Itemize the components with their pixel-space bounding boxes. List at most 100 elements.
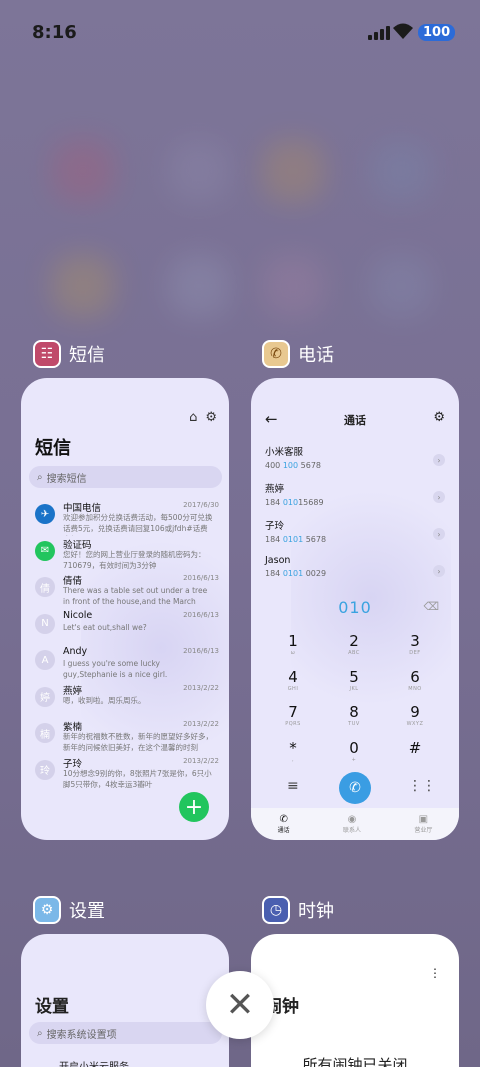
clean-icon[interactable]: ⌂: [189, 410, 197, 425]
phone-app-header[interactable]: ✆ 电话: [262, 340, 334, 368]
search-placeholder: 搜索短信: [46, 473, 87, 485]
sms-app-header[interactable]: ☷ 短信: [33, 340, 105, 368]
contact-number: 400 100 5678: [265, 461, 321, 470]
message-preview: I guess you're some lucky guy,Stephanie …: [63, 659, 168, 679]
key-letters: MNO: [408, 685, 422, 692]
message-date: 2016/6/13: [183, 610, 219, 619]
message-date: 2013/2/22: [183, 720, 219, 728]
key-letters: WXYZ: [406, 721, 424, 727]
blurred-app-icon: [370, 140, 432, 202]
status-time: 8:16: [32, 22, 77, 43]
tab-business-hall[interactable]: ▣ 营业厅: [414, 814, 432, 834]
new-message-button[interactable]: +: [179, 792, 209, 822]
sms-toolbar: ⌂ ⚙: [189, 410, 217, 425]
key-digit: 3: [410, 632, 420, 650]
clock-app-icon: ◷: [262, 896, 290, 924]
key-digit: 5: [349, 667, 359, 686]
message-date: 2017/6/30: [183, 501, 219, 509]
settings-app-name: 设置: [69, 901, 105, 922]
status-bar: 8:16 100: [0, 0, 480, 68]
blurred-app-icon: [168, 255, 230, 317]
contact-suggestion[interactable]: 小米客服 400 100 5678 ›: [265, 444, 445, 478]
search-input[interactable]: ⌕ 搜索短信: [29, 466, 222, 488]
settings-search-input[interactable]: ⌕ 搜索系统设置项: [29, 1022, 222, 1044]
dial-key[interactable]: 3 DEF: [395, 632, 435, 666]
contact-suggestion[interactable]: 燕婷 184 01015689 ›: [265, 481, 445, 515]
page-title: 短信: [35, 438, 71, 459]
contact-suggestion[interactable]: Jason 184 0101 0029 ›: [265, 555, 445, 589]
cloud-service-item[interactable]: 开启小米云服务: [59, 1058, 129, 1067]
key-digit: *: [289, 738, 297, 757]
sms-app-name: 短信: [69, 345, 105, 366]
key-digit: 1: [288, 632, 298, 650]
avatar: 婷: [35, 686, 55, 707]
avatar: 玲: [35, 759, 55, 780]
dial-key[interactable]: 7 PQRS: [273, 703, 313, 737]
keypad-toggle-icon[interactable]: ⋮⋮: [408, 778, 436, 794]
close-icon: ✕: [225, 985, 255, 1025]
key-letters: GHI: [287, 685, 299, 692]
key-digit: 6: [410, 667, 420, 686]
dial-key[interactable]: *,: [273, 739, 313, 773]
settings-icon[interactable]: ⚙: [433, 410, 445, 425]
dial-key[interactable]: 4 GHI: [273, 668, 313, 702]
person-icon: ◉: [347, 814, 357, 825]
settings-icon[interactable]: ⚙: [205, 410, 217, 425]
chevron-right-icon[interactable]: ›: [433, 454, 445, 466]
key-letters: JKL: [349, 685, 359, 692]
chevron-right-icon[interactable]: ›: [433, 491, 445, 503]
avatar: 楠: [35, 723, 55, 743]
search-icon: ⌕: [37, 471, 43, 483]
menu-icon[interactable]: ≡: [287, 778, 299, 794]
tab-contacts[interactable]: ◉ 联系人: [343, 814, 361, 834]
sender-name: Andy: [63, 646, 88, 657]
message-preview: 嗯，收到啦。周乐周乐。: [63, 695, 146, 705]
clock-card[interactable]: ⋮ 闹钟 所有闹钟已关闭: [251, 934, 459, 1067]
message-date: 2016/6/13: [183, 574, 219, 582]
key-letters: PQRS: [285, 721, 301, 727]
phone-header: ← 通话 ⚙: [251, 408, 459, 432]
contact-number: 184 0101 5678: [265, 535, 327, 544]
chevron-right-icon[interactable]: ›: [433, 528, 445, 540]
key-letters: ABC: [348, 650, 360, 656]
dial-key[interactable]: 0 +: [334, 739, 374, 773]
message-date: 2016/6/13: [183, 647, 219, 655]
contact-suggestion[interactable]: 子玲 184 0101 5678 ›: [265, 518, 445, 552]
message-preview: 新年的祝福数不胜数，新年的愿望好多好多，新年的问候依旧美好，在这个温馨的时刻: [63, 732, 213, 752]
dial-key[interactable]: 6 MNO: [395, 668, 435, 702]
key-digit: 2: [349, 632, 359, 650]
contact-name: 燕婷: [265, 484, 285, 495]
contact-name: Jason: [265, 555, 291, 566]
message-preview: 10分想念9别的你，8张照片7张是你，6只小脚5只带你，4枚幸运3瓣叶: [63, 768, 212, 789]
dial-key[interactable]: 5 JKL: [334, 668, 374, 702]
dial-key[interactable]: 9 WXYZ: [395, 703, 435, 737]
blurred-app-icon: [52, 140, 114, 202]
message-preview: 您好！您的网上营业厅登录的随机密码为：710679，有效时间为3分钟: [63, 549, 206, 570]
sms-card[interactable]: ⌂ ⚙ 短信 ⌕ 搜索短信 ✈ 中国电信 2017/6/30 欢迎参加积分兑换话费活动…: [21, 378, 229, 840]
blurred-app-icon: [370, 255, 432, 317]
alarm-status: 所有闹钟已关闭: [302, 1056, 408, 1067]
key-digit: 7: [288, 703, 298, 721]
avatar: ✈: [35, 504, 55, 524]
call-button[interactable]: ✆: [339, 772, 371, 804]
message-preview: 欢迎参加积分兑换话费活动，每500分可兑换话费5元，兑换话费请回复106或jfd…: [63, 513, 213, 536]
clear-all-button[interactable]: ✕: [206, 971, 274, 1039]
phone-card[interactable]: ← 通话 ⚙ 小米客服 400 100 5678 › 燕婷 184 01015689 › 子…: [251, 378, 459, 840]
backspace-icon[interactable]: ⌫: [423, 600, 439, 613]
tab-calls[interactable]: ✆ 通话: [278, 814, 290, 834]
settings-title: 设置: [35, 997, 69, 1017]
settings-app-header[interactable]: ⚙ 设置: [33, 896, 105, 924]
clock-app-header[interactable]: ◷ 时钟: [262, 896, 334, 924]
dial-key[interactable]: 2 ABC: [334, 632, 374, 666]
blurred-app-icon: [262, 140, 324, 202]
chevron-right-icon[interactable]: ›: [433, 565, 445, 577]
dial-key[interactable]: 1ω: [273, 632, 313, 666]
sms-app-icon: ☷: [33, 340, 61, 368]
dial-key[interactable]: 8 TUV: [334, 703, 374, 737]
more-icon[interactable]: ⋮: [429, 966, 441, 980]
settings-app-icon: ⚙: [33, 896, 61, 924]
settings-card[interactable]: 设置 ⌕ 搜索系统设置项 开启小米云服务: [21, 934, 229, 1067]
dial-key[interactable]: #: [395, 739, 435, 773]
battery-badge: 100: [418, 24, 456, 41]
message-date: 2013/2/22: [183, 756, 219, 765]
